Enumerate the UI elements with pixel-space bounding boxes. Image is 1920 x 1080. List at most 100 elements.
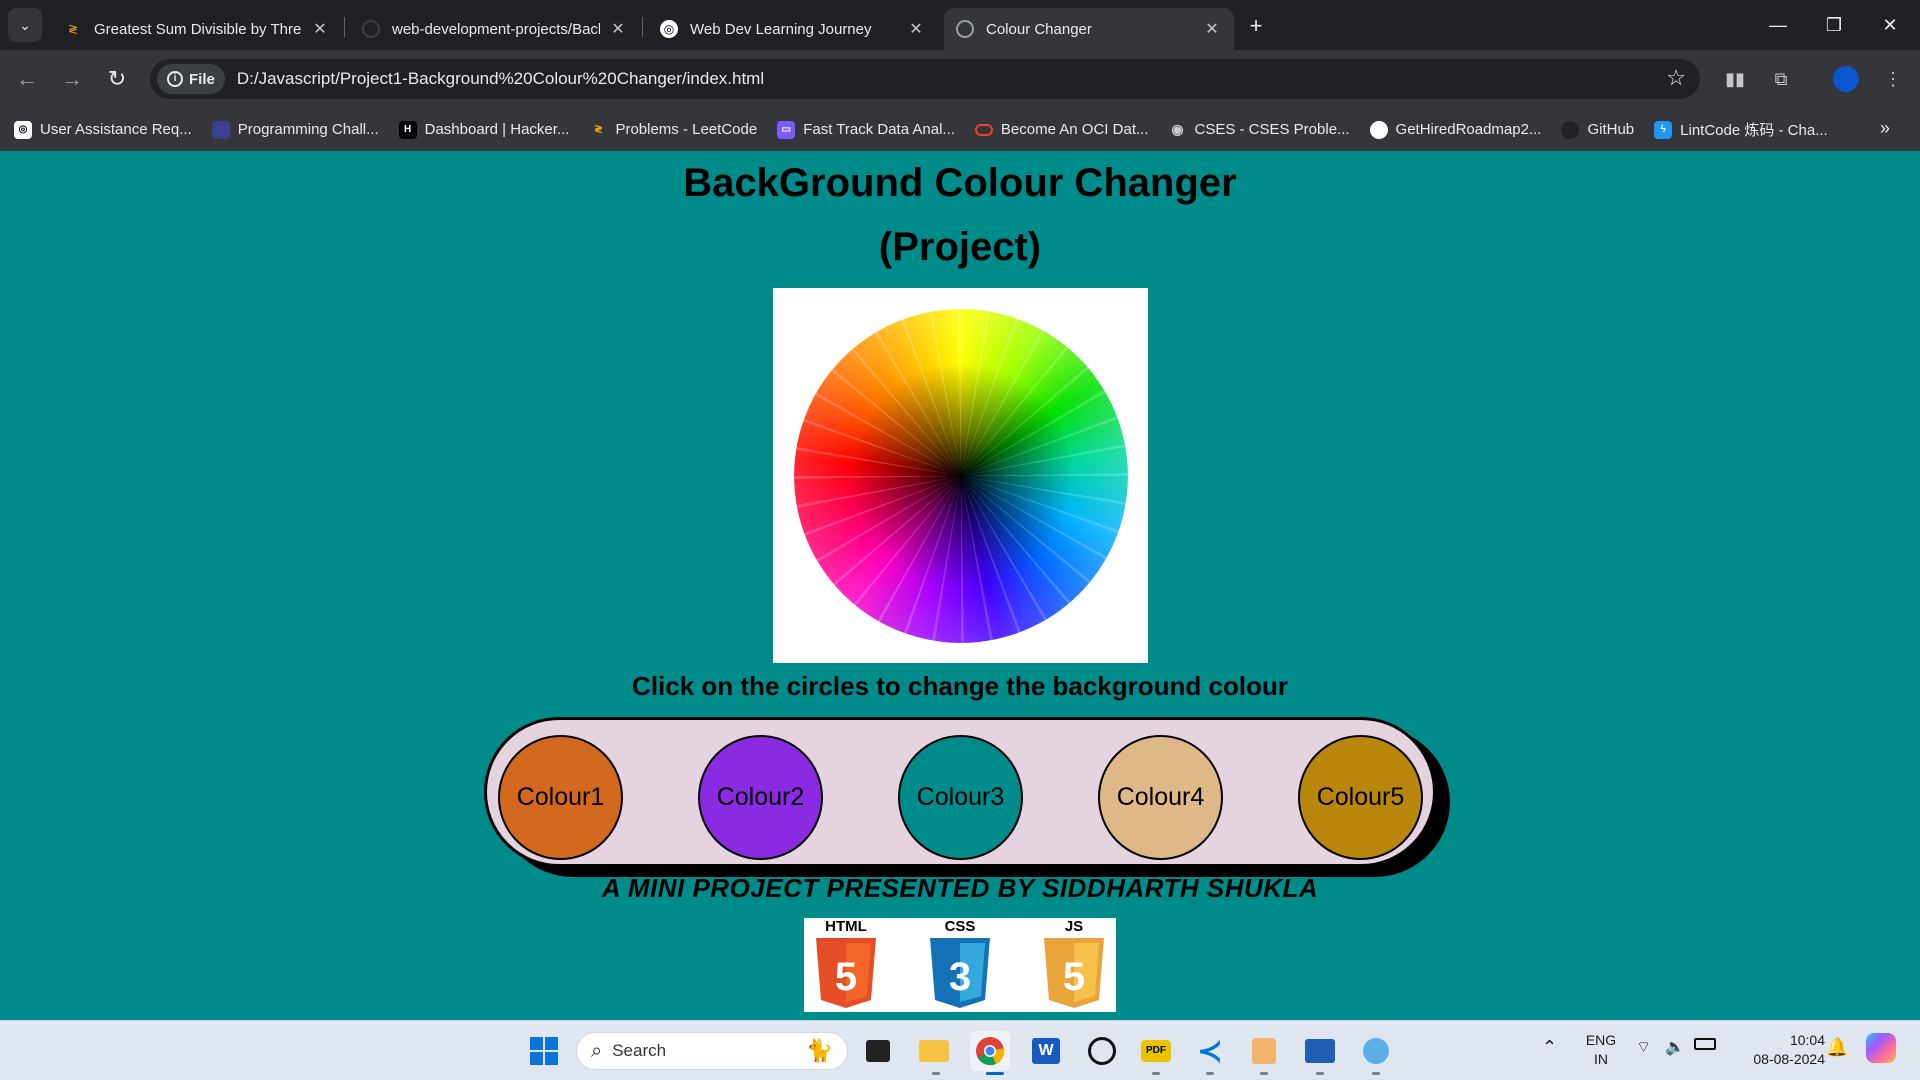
leetcode-icon: ≷ bbox=[67, 22, 79, 36]
bookmark-item[interactable]: ▭ Fast Track Data Anal... bbox=[777, 120, 955, 139]
volume-icon[interactable]: 🔈 bbox=[1665, 1037, 1685, 1057]
colour1-circle[interactable]: Colour1 bbox=[498, 735, 623, 860]
clock[interactable]: 10:04 08-08-2024 bbox=[1735, 1031, 1825, 1069]
svg-text:3: 3 bbox=[949, 955, 971, 999]
chevron-up-icon[interactable]: ⌃ bbox=[1542, 1037, 1557, 1058]
colour2-circle[interactable]: Colour2 bbox=[698, 735, 823, 860]
close-icon[interactable]: ✕ bbox=[906, 19, 926, 39]
bookmark-item[interactable]: GetHiredRoadmap2... bbox=[1369, 120, 1541, 139]
file-explorer-icon[interactable] bbox=[914, 1031, 954, 1071]
taskbar-search[interactable]: ⌕ Search 🐈 bbox=[576, 1032, 848, 1070]
site-info-chip[interactable]: i File bbox=[157, 64, 225, 94]
running-indicator bbox=[1316, 1072, 1324, 1075]
wifi-icon[interactable]: ⌔ bbox=[1636, 1037, 1651, 1057]
battery-icon[interactable] bbox=[1694, 1038, 1716, 1050]
bookmark-item[interactable]: ϟ LintCode 炼码 - Cha... bbox=[1654, 119, 1828, 140]
close-icon: ✕ bbox=[1882, 14, 1898, 35]
openai-icon: ◎ bbox=[660, 20, 678, 38]
vscode-icon[interactable]: ≺ bbox=[1190, 1031, 1230, 1071]
bookmark-item[interactable]: Become An OCI Dat... bbox=[974, 121, 1148, 138]
github-icon bbox=[362, 20, 380, 38]
profile-avatar[interactable] bbox=[1833, 66, 1859, 92]
github-icon bbox=[1561, 120, 1580, 139]
cses-icon: ◉ bbox=[1171, 121, 1184, 137]
arrow-right-icon: → bbox=[61, 66, 83, 91]
bookmark-item[interactable]: H Dashboard | Hacker... bbox=[398, 120, 569, 139]
openai-icon: ◎ bbox=[14, 120, 32, 139]
tab-web-dev-learning-journey[interactable]: ◎ Web Dev Learning Journey ✕ bbox=[648, 8, 938, 50]
bookmark-item[interactable]: Programming Chall... bbox=[211, 120, 379, 139]
minimize-button[interactable]: — bbox=[1750, 0, 1806, 50]
info-icon: i bbox=[167, 71, 183, 87]
new-tab-button[interactable]: + bbox=[1242, 12, 1270, 40]
notification-bell-icon[interactable]: 🔔 bbox=[1826, 1037, 1848, 1058]
running-indicator bbox=[1260, 1072, 1268, 1075]
close-icon[interactable]: ✕ bbox=[310, 19, 330, 39]
minimize-icon: — bbox=[1769, 14, 1787, 35]
task-view-icon[interactable] bbox=[858, 1031, 898, 1071]
svg-text:5: 5 bbox=[1063, 955, 1085, 999]
plus-icon: + bbox=[1249, 13, 1263, 38]
menu-dots-icon[interactable]: ⋮ bbox=[1876, 62, 1910, 96]
reload-button[interactable]: ↻ bbox=[100, 62, 134, 96]
tech-logos-image: HTML 5 CSS 3 JS 5 bbox=[804, 918, 1116, 1012]
windows-start-icon[interactable] bbox=[524, 1031, 564, 1071]
tab-separator bbox=[642, 17, 643, 37]
tab-search-button[interactable]: ⌄ bbox=[8, 8, 42, 42]
css3-logo: CSS 3 bbox=[918, 918, 1002, 1012]
language-indicator[interactable]: ENG IN bbox=[1578, 1031, 1624, 1069]
bookmark-item[interactable]: GitHub bbox=[1561, 120, 1634, 139]
media-controls-icon[interactable]: ▮▮ bbox=[1718, 62, 1752, 96]
credit-text: A MINI PROJECT PRESENTED BY SIDDHARTH SH… bbox=[601, 873, 1319, 903]
page-title: BackGround Colour Changer bbox=[683, 161, 1237, 205]
tab-greatest-sum[interactable]: ≷ Greatest Sum Divisible by Three ✕ bbox=[52, 8, 342, 50]
page-subtitle: (Project) bbox=[878, 225, 1042, 269]
paint-icon[interactable] bbox=[1356, 1031, 1396, 1071]
word-icon[interactable]: W bbox=[1026, 1031, 1066, 1071]
bookmark-star-icon[interactable]: ☆ bbox=[1666, 65, 1686, 91]
media-player-icon[interactable] bbox=[1244, 1031, 1284, 1071]
extensions-icon[interactable]: ⧉ bbox=[1764, 62, 1798, 96]
video-editor-icon[interactable] bbox=[1300, 1031, 1340, 1071]
pdf-reader-icon[interactable]: PDF bbox=[1136, 1031, 1176, 1071]
close-icon[interactable]: ✕ bbox=[608, 19, 628, 39]
tab-separator bbox=[344, 17, 345, 37]
bookmark-item[interactable]: ◉ CSES - CSES Proble... bbox=[1168, 121, 1349, 139]
copilot-icon[interactable] bbox=[1866, 1033, 1896, 1063]
colour3-circle[interactable]: Colour3 bbox=[898, 735, 1023, 860]
url-text[interactable]: D:/Javascript/Project1-Background%20Colo… bbox=[237, 69, 764, 89]
codingame-icon bbox=[211, 120, 230, 139]
address-bar[interactable]: i File D:/Javascript/Project1-Background… bbox=[150, 59, 1700, 99]
whatsapp-icon[interactable] bbox=[1082, 1031, 1122, 1071]
windows-taskbar: ⌕ Search 🐈 W PDF ≺ ⌃ ENG IN ⌔ 🔈 10:04 08… bbox=[0, 1020, 1920, 1080]
back-button[interactable]: ← bbox=[10, 62, 44, 96]
oracle-icon bbox=[974, 123, 993, 136]
tab-web-development-projects[interactable]: web-development-projects/Background ✕ bbox=[350, 8, 640, 50]
reload-icon: ↻ bbox=[107, 66, 127, 91]
browser-tab-strip: ⌄ ≷ Greatest Sum Divisible by Three ✕ we… bbox=[0, 0, 1920, 50]
colour4-circle[interactable]: Colour4 bbox=[1098, 735, 1223, 860]
colour-circles-container: Colour1 Colour2 Colour3 Colour4 Colour5 bbox=[484, 717, 1436, 867]
search-icon: ⌕ bbox=[591, 1039, 603, 1062]
colour5-circle[interactable]: Colour5 bbox=[1298, 735, 1423, 860]
svg-text:5: 5 bbox=[835, 955, 857, 999]
close-icon[interactable]: ✕ bbox=[1202, 19, 1222, 39]
bookmarks-bar: ◎ User Assistance Req... Programming Chal… bbox=[0, 108, 1920, 151]
page-content: BackGround Colour Changer (Project) Clic… bbox=[0, 151, 1920, 1020]
restore-button[interactable]: ❐ bbox=[1806, 0, 1862, 50]
html5-logo: HTML 5 bbox=[804, 918, 888, 1012]
tab-colour-changer[interactable]: Colour Changer ✕ bbox=[944, 8, 1234, 50]
github-icon bbox=[1369, 120, 1388, 139]
close-window-button[interactable]: ✕ bbox=[1862, 0, 1918, 50]
chevron-double-right-icon[interactable]: » bbox=[1880, 118, 1890, 139]
js-logo: JS 5 bbox=[1032, 918, 1116, 1012]
bookmark-item[interactable]: ◎ User Assistance Req... bbox=[14, 120, 192, 139]
running-indicator bbox=[1206, 1072, 1214, 1075]
chrome-icon[interactable] bbox=[970, 1031, 1010, 1071]
restore-icon: ❐ bbox=[1825, 14, 1843, 35]
course-icon: ▭ bbox=[777, 120, 796, 139]
bookmark-item[interactable]: ≷ Problems - LeetCode bbox=[589, 121, 757, 139]
chevron-down-icon: ⌄ bbox=[19, 16, 31, 33]
forward-button[interactable]: → bbox=[55, 62, 89, 96]
cat-widget-icon: 🐈 bbox=[805, 1038, 833, 1063]
